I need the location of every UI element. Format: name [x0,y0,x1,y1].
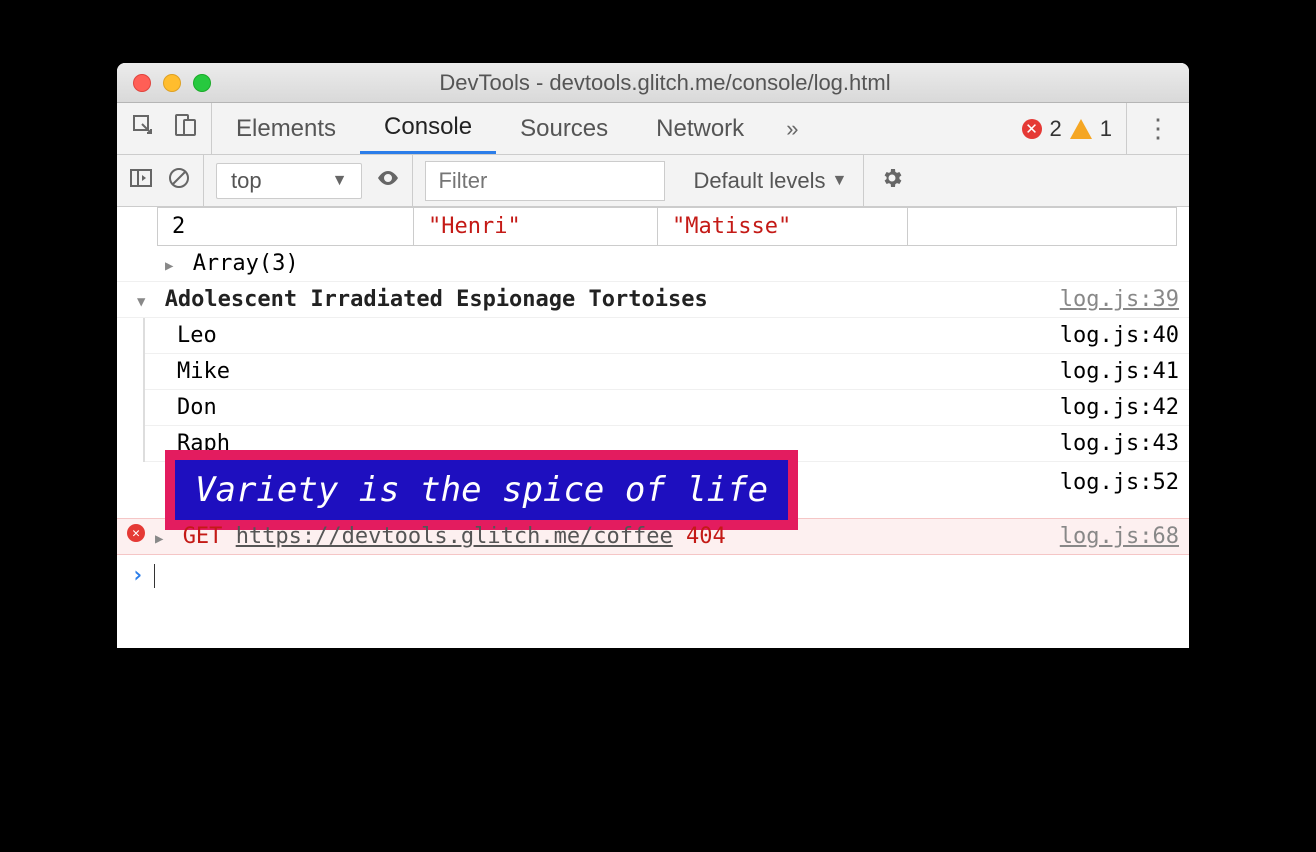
expand-arrow-icon[interactable] [155,524,163,549]
eye-icon[interactable] [376,166,400,196]
error-method: GET [183,524,223,549]
context-value: top [231,168,262,194]
collapse-arrow-icon[interactable] [137,287,145,312]
tab-elements[interactable]: Elements [212,103,360,154]
inspect-icon[interactable] [131,113,155,144]
error-count: 2 [1050,116,1062,142]
table-cell-index: 2 [158,208,414,245]
devtools-window: DevTools - devtools.glitch.me/console/lo… [117,63,1189,648]
table-cell-empty [908,208,1152,245]
source-link[interactable]: log.js:40 [1060,323,1179,348]
console-filterbar: top ▼ Default levels ▼ [117,155,1189,207]
tab-sources[interactable]: Sources [496,103,632,154]
clear-console-icon[interactable] [167,166,191,196]
error-status: 404 [686,524,726,549]
text-caret [154,564,155,588]
tab-network[interactable]: Network [632,103,768,154]
expand-arrow-icon[interactable] [165,251,173,276]
source-link[interactable]: log.js:43 [1060,431,1179,456]
context-selector[interactable]: top ▼ [216,163,362,199]
table-row: 2 "Henri" "Matisse" [157,207,1177,246]
kebab-menu-button[interactable]: ⋮ [1127,113,1189,144]
console-prompt[interactable]: › [117,555,1189,648]
maximize-button[interactable] [193,74,211,92]
tab-console[interactable]: Console [360,103,496,154]
log-text: Mike [177,359,1060,384]
window-title: DevTools - devtools.glitch.me/console/lo… [211,70,1189,96]
log-entry: Mike log.js:41 [145,354,1189,390]
log-entry: Leo log.js:40 [145,318,1189,354]
chevron-down-icon: ▼ [332,172,348,190]
source-link[interactable]: log.js:41 [1060,359,1179,384]
device-toggle-icon[interactable] [173,113,197,144]
error-badge-icon[interactable]: ✕ [1022,119,1042,139]
source-link[interactable]: log.js:68 [1048,524,1179,549]
window-controls [117,74,211,92]
levels-label: Default levels [693,168,825,194]
titlebar: DevTools - devtools.glitch.me/console/lo… [117,63,1189,103]
chevron-down-icon: ▼ [832,172,848,190]
log-text: Leo [177,323,1060,348]
prompt-arrow-icon: › [131,563,144,588]
warning-count: 1 [1100,116,1112,142]
table-cell-last: "Matisse" [658,208,908,245]
error-log-row[interactable]: ✕ GET https://devtools.glitch.me/coffee … [117,518,1189,555]
close-button[interactable] [133,74,151,92]
minimize-button[interactable] [163,74,181,92]
log-levels-selector[interactable]: Default levels ▼ [677,168,863,194]
group-title: Adolescent Irradiated Espionage Tortoise… [165,287,708,312]
console-group-body: Leo log.js:40 Mike log.js:41 Don log.js:… [143,318,1189,462]
source-link[interactable]: log.js:52 [1060,470,1179,510]
console-output: 2 "Henri" "Matisse" Array(3) Adolescent … [117,207,1189,648]
sidebar-toggle-icon[interactable] [129,166,153,196]
array-preview-row[interactable]: Array(3) [117,246,1189,282]
warning-badge-icon[interactable] [1070,119,1092,139]
source-link[interactable]: log.js:39 [1048,287,1179,312]
array-preview-text: Array(3) [193,251,299,276]
main-toolbar: Elements Console Sources Network » ✕ 2 1… [117,103,1189,155]
styled-log-message: Variety is the spice of life [165,450,798,530]
filter-input[interactable] [425,161,665,201]
more-tabs-button[interactable]: » [768,116,810,142]
console-group-header[interactable]: Adolescent Irradiated Espionage Tortoise… [117,282,1189,318]
table-cell-first: "Henri" [414,208,658,245]
log-text: Don [177,395,1060,420]
log-entry: Don log.js:42 [145,390,1189,426]
error-icon: ✕ [127,524,145,542]
source-link[interactable]: log.js:42 [1060,395,1179,420]
error-url[interactable]: https://devtools.glitch.me/coffee [236,524,673,549]
settings-icon[interactable] [880,166,904,196]
styled-log-row: Variety is the spice of life log.js:52 [117,462,1189,518]
